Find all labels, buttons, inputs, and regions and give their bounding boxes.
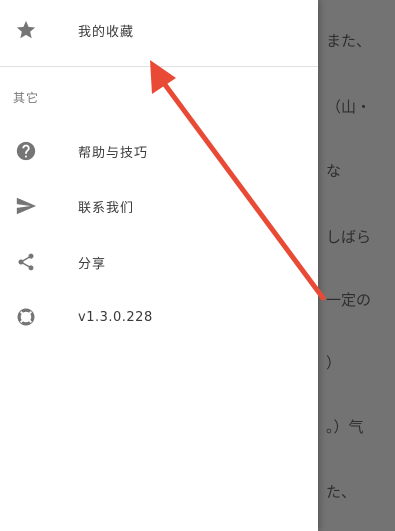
- nav-item-favorites[interactable]: 我的收藏: [0, 10, 318, 50]
- share-icon: [15, 251, 37, 273]
- section-header-other: 其它: [13, 91, 40, 105]
- help-circle-icon: [15, 140, 37, 162]
- background-text-line: た、: [326, 483, 357, 501]
- lifebuoy-icon: [15, 306, 37, 328]
- background-text-line: また、: [326, 32, 372, 50]
- star-icon: [15, 19, 37, 41]
- background-text-line: （山・: [326, 98, 372, 116]
- nav-item-label: 分享: [78, 256, 107, 272]
- background-text-line: 一定の: [326, 291, 372, 309]
- navigation-drawer: 我的收藏 其它 帮助与技巧 联系我们 分享 v1.3.0.228: [0, 0, 318, 531]
- nav-item-label: 联系我们: [78, 200, 135, 216]
- nav-item-label: 帮助与技巧: [78, 145, 149, 161]
- nav-item-label: v1.3.0.228: [78, 309, 153, 325]
- nav-item-version[interactable]: v1.3.0.228: [0, 297, 318, 337]
- nav-item-label: 我的收藏: [78, 24, 135, 40]
- nav-item-share[interactable]: 分享: [0, 242, 318, 282]
- nav-item-contact-us[interactable]: 联系我们: [0, 186, 318, 226]
- divider: [0, 66, 318, 67]
- background-text-line: ）: [326, 354, 342, 372]
- nav-item-help-tips[interactable]: 帮助与技巧: [0, 131, 318, 171]
- background-text-line: 。）气: [326, 418, 364, 436]
- dimmed-background-page[interactable]: [318, 0, 395, 531]
- send-icon: [15, 195, 37, 217]
- background-text-line: しばら: [326, 228, 372, 246]
- background-text-line: な: [326, 162, 342, 180]
